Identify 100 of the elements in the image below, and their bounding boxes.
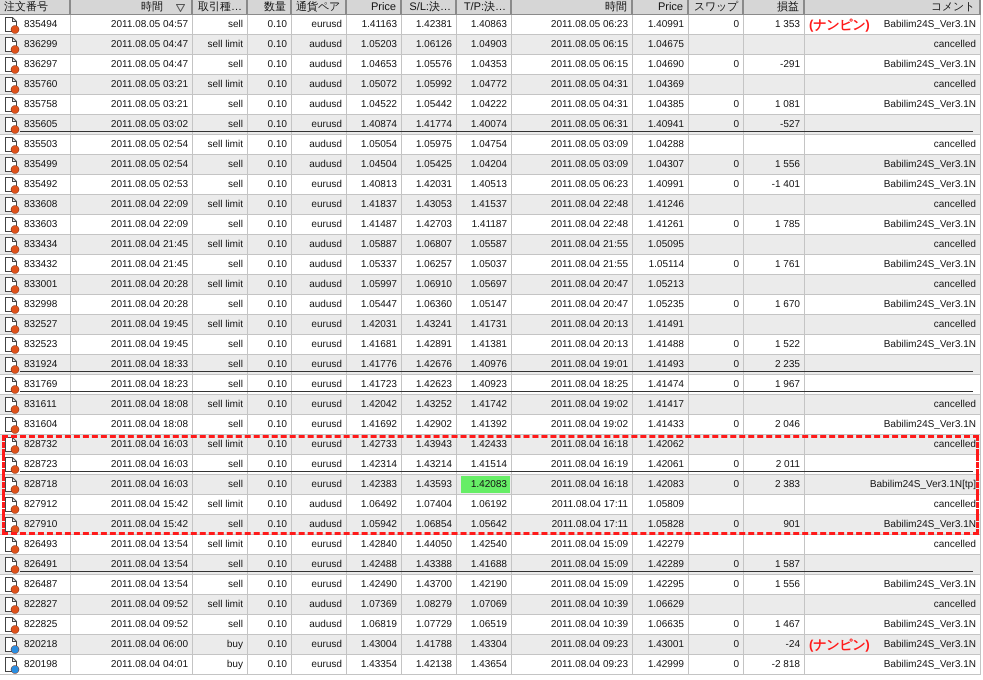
table-cell-text: 1 785 <box>774 218 800 232</box>
table-cell-text: 2011.08.04 15:42 <box>110 518 188 532</box>
table-cell-text: 1.42031 <box>360 318 397 332</box>
table-cell-text: 1.05887 <box>360 238 397 252</box>
table-cell-text: 2011.08.04 19:02 <box>550 418 628 432</box>
table-cell-text: 827912 <box>24 498 58 512</box>
table-cell-text: 2011.08.05 04:31 <box>550 78 628 92</box>
table-cell-text: 1.41776 <box>360 358 397 372</box>
table-cell-text: 1.42703 <box>416 218 452 232</box>
table-cell-text: 0.10 <box>268 38 287 52</box>
table-cell-text: 1.04690 <box>648 58 684 72</box>
table-cell-text: 2011.08.05 03:21 <box>110 78 188 92</box>
table-cell-text: 2011.08.04 16:19 <box>550 458 628 472</box>
table-cell-text: sell <box>228 118 243 132</box>
table-cell-text: 1.41381 <box>470 338 507 352</box>
annotation-note: (ナンピン) <box>809 636 870 654</box>
table-cell-text: 1.06635 <box>648 618 684 632</box>
table-cell-text: buy <box>226 638 243 652</box>
column-header[interactable]: Price <box>633 0 689 15</box>
table-cell-text: -2 818 <box>772 658 800 672</box>
table-cell-text: 0.10 <box>268 318 287 332</box>
table-cell-text: 0.10 <box>268 338 287 352</box>
table-cell-text: 1.08279 <box>416 598 452 612</box>
column-header[interactable]: 通貨ペア <box>292 0 347 15</box>
table-cell-text: 2011.08.04 16:03 <box>110 438 188 452</box>
table-cell-text: 1.05425 <box>416 158 452 172</box>
table-cell-text: 1.43252 <box>416 398 452 412</box>
column-header[interactable]: 時間 <box>71 0 193 15</box>
table-cell-text: 0.10 <box>268 498 287 512</box>
table-cell-text: 832998 <box>24 298 58 312</box>
table-cell-text: 1.40074 <box>470 118 507 132</box>
table-cell-text: 832527 <box>24 318 58 332</box>
table-cell-text: 0 <box>733 358 739 372</box>
column-header[interactable]: S/L:決… <box>402 0 457 15</box>
table-cell-text: 1 556 <box>774 158 800 172</box>
table-cell-text: 2011.08.04 16:03 <box>110 458 188 472</box>
column-header[interactable]: スワップ <box>689 0 744 15</box>
table-cell-text: 2011.08.04 18:33 <box>110 358 188 372</box>
table-cell-text: audusd <box>309 518 342 532</box>
table-cell-text: 2011.08.04 15:09 <box>550 538 628 552</box>
column-header[interactable]: コメント <box>805 0 981 15</box>
table-cell-text: 2011.08.04 20:28 <box>110 278 188 292</box>
table-cell-text: 1.42433 <box>470 438 507 452</box>
table-cell-text: 1.04772 <box>470 78 507 92</box>
table-cell-text: 2011.08.04 17:11 <box>552 518 628 532</box>
table-cell-text: 2011.08.04 20:47 <box>550 278 628 292</box>
table-cell-text: Babilim24S_Ver3.1N <box>884 418 976 432</box>
table-cell-text: 2011.08.04 13:54 <box>110 558 188 572</box>
column-header[interactable]: 取引種… <box>193 0 248 15</box>
table-cell-text: 822825 <box>24 618 58 632</box>
table-cell-text: 1.43004 <box>360 638 397 652</box>
table-cell-text: sell <box>228 298 243 312</box>
table-cell-text: 0.10 <box>268 398 287 412</box>
table-cell-text: 836299 <box>24 38 58 52</box>
table-cell-text: 2 383 <box>774 478 800 492</box>
table-cell-text: 833603 <box>24 218 58 232</box>
table-cell-text: 1.40513 <box>470 178 507 192</box>
table-cell-text: 1.42138 <box>416 658 452 672</box>
table-cell-text: 1.42314 <box>360 458 397 472</box>
column-header[interactable]: 数量 <box>248 0 292 15</box>
table-cell-text: cancelled <box>934 238 976 252</box>
table-cell-text: 1.04903 <box>470 38 507 52</box>
column-header[interactable]: Price <box>347 0 402 15</box>
table-cell-text: 1.41774 <box>416 118 452 132</box>
table-cell-text: 1.40976 <box>470 358 507 372</box>
table-cell-text: 2011.08.05 06:23 <box>550 18 628 32</box>
table-cell-text: 2011.08.05 02:54 <box>110 138 188 152</box>
column-header[interactable]: T/P:決… <box>457 0 512 15</box>
column-header[interactable]: 時間 <box>512 0 633 15</box>
table-cell-text: 1.42061 <box>648 458 684 472</box>
table-cell-text: sell limit <box>207 398 243 412</box>
table-cell-text: 1.40874 <box>360 118 397 132</box>
table-cell-text: 0.10 <box>268 438 287 452</box>
table-cell-text: 1.05828 <box>648 518 684 532</box>
table-cell-text: 835492 <box>24 178 58 192</box>
table-cell-text: eurusd <box>311 358 342 372</box>
table-cell-text: 0 <box>733 638 739 652</box>
table-cell-text: 2011.08.04 18:08 <box>110 418 188 432</box>
table-cell-text: sell <box>228 338 243 352</box>
table-cell-text: eurusd <box>311 638 342 652</box>
table-cell-text: 0.10 <box>268 298 287 312</box>
column-header[interactable]: 注文番号 <box>0 0 71 15</box>
table-cell-text: sell limit <box>207 198 243 212</box>
table-cell-text: sell <box>228 478 243 492</box>
table-cell-text: Babilim24S_Ver3.1N <box>884 58 976 72</box>
table-cell-text: 1.04385 <box>648 98 684 112</box>
table-cell-text: eurusd <box>311 378 342 392</box>
table-cell-text: sell limit <box>207 278 243 292</box>
table-cell-text: 1.05095 <box>648 238 684 252</box>
table-cell-text: 1.40863 <box>470 18 507 32</box>
table-cell-text: 1.41742 <box>470 398 507 412</box>
table-cell-text: 0 <box>733 118 739 132</box>
table-cell-text: 1.06360 <box>416 298 452 312</box>
column-header[interactable]: 損益 <box>744 0 805 15</box>
table-cell-text: 2011.08.04 19:01 <box>550 358 628 372</box>
table-cell-text: 835499 <box>24 158 58 172</box>
table-cell-text: 1.06519 <box>470 618 507 632</box>
table-cell-text: eurusd <box>311 318 342 332</box>
table-cell-text: 1.04204 <box>470 158 507 172</box>
table-cell-text: cancelled <box>934 38 976 52</box>
